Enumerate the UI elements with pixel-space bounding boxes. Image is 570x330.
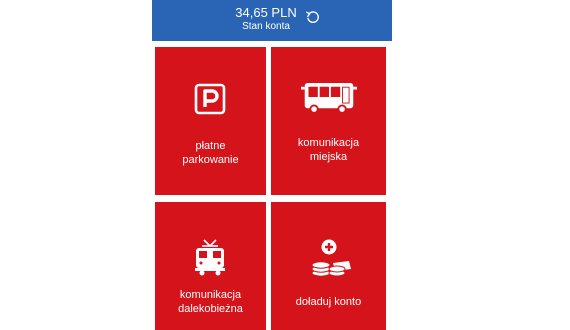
tile-long-distance-label-1: komunikacja <box>179 289 242 301</box>
train-icon <box>195 239 225 276</box>
tile-long-distance-transport[interactable]: komunikacja dalekobieżna <box>155 202 266 330</box>
bus-icon <box>301 83 357 114</box>
tile-paid-parking-label-2: parkowanie <box>182 154 239 166</box>
balance-header: 34,65 PLN Stan konta <box>152 0 392 41</box>
tile-top-up-account-label: doładuj konto <box>295 296 362 308</box>
account-balance-label: Stan konta <box>242 21 290 32</box>
coins-add-icon <box>311 239 351 277</box>
tile-city-transport[interactable]: komunikacja miejska <box>271 47 386 195</box>
parking-icon <box>194 83 226 115</box>
tile-city-transport-label-1: komunikacja <box>297 137 360 149</box>
tile-paid-parking[interactable]: płatne parkowanie <box>155 47 266 195</box>
refresh-icon[interactable] <box>305 9 321 25</box>
tile-paid-parking-label-1: płatne <box>195 140 226 152</box>
tile-top-up-account[interactable]: doładuj konto <box>271 202 386 330</box>
tile-city-transport-label-2: miejska <box>309 151 348 163</box>
account-balance: 34,65 PLN <box>235 5 297 20</box>
tile-long-distance-label-2: dalekobieżna <box>178 303 243 315</box>
